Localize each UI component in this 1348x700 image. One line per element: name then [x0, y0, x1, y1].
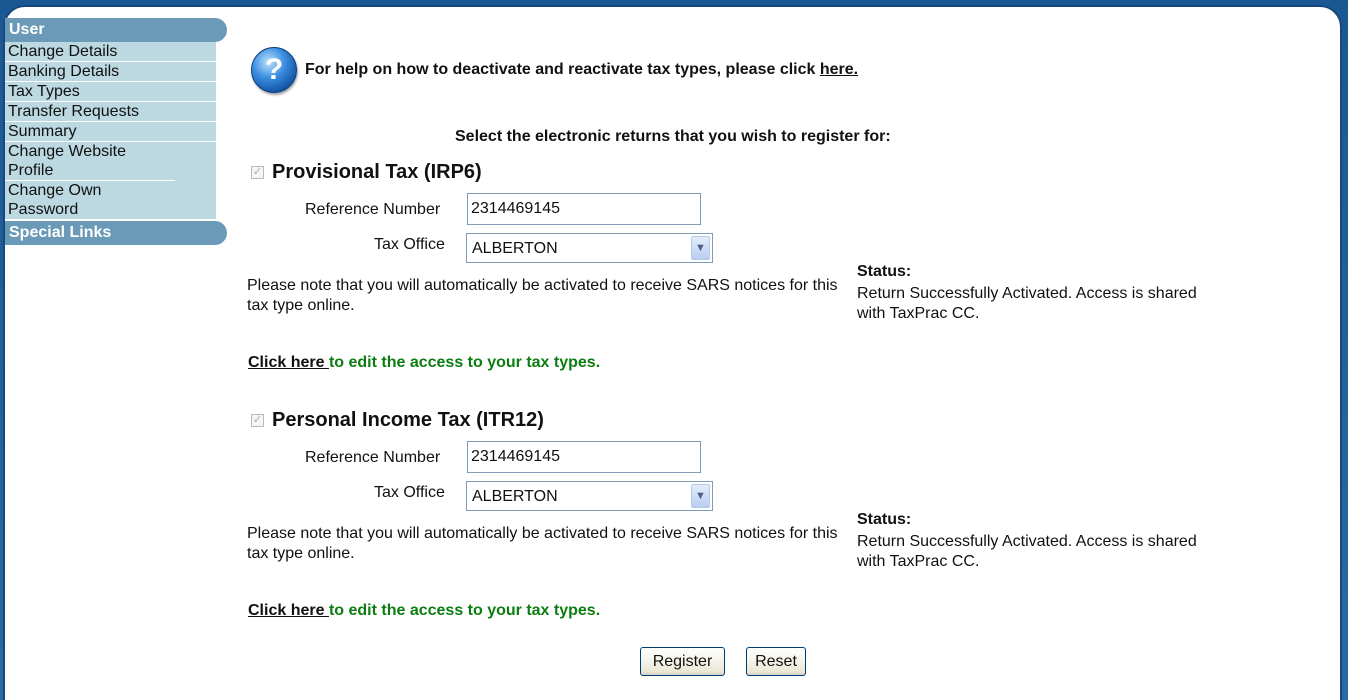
sidebar-item-summary[interactable]: Summary: [5, 122, 216, 142]
activation-note: Please note that you will automatically …: [247, 277, 838, 314]
chevron-down-icon[interactable]: ▼: [691, 484, 710, 508]
register-button[interactable]: Register: [640, 647, 725, 676]
help-here-link[interactable]: here.: [820, 61, 858, 78]
status-text: Return Successfully Activated. Access is…: [857, 533, 1197, 570]
tax-type-title-row: ✓ Personal Income Tax (ITR12): [251, 409, 544, 432]
reference-number-label: Reference Number: [305, 201, 441, 218]
sidebar-item-tax-types[interactable]: Tax Types: [5, 82, 216, 102]
help-text: For help on how to deactivate and reacti…: [305, 61, 858, 79]
reference-number-input[interactable]: [467, 441, 701, 473]
reset-button[interactable]: Reset: [746, 647, 806, 676]
sidebar-item-banking-details[interactable]: Banking Details: [5, 62, 216, 82]
question-icon[interactable]: ?: [251, 47, 297, 93]
status-label: Status:: [857, 511, 912, 528]
sidebar-item-change-website-profile[interactable]: Change Website Profile: [5, 142, 175, 181]
tax-type-title: Provisional Tax (IRP6): [272, 161, 482, 183]
sidebar-item-transfer-requests[interactable]: Transfer Requests: [5, 102, 216, 122]
status-text: Return Successfully Activated. Access is…: [857, 285, 1197, 322]
reference-number-input[interactable]: [467, 193, 701, 225]
tax-type-title-row: ✓ Provisional Tax (IRP6): [251, 161, 482, 184]
activation-note: Please note that you will automatically …: [247, 525, 838, 562]
sidebar-heading-user[interactable]: User: [5, 18, 227, 42]
edit-access-line: Click here to edit the access to your ta…: [248, 354, 600, 372]
sidebar-item-change-details[interactable]: Change Details: [5, 42, 216, 62]
chevron-down-icon[interactable]: ▼: [691, 236, 710, 260]
edit-access-link[interactable]: Click here: [248, 602, 329, 619]
edit-access-line: Click here to edit the access to your ta…: [248, 602, 600, 620]
edit-access-text: to edit the access to your tax types.: [328, 354, 601, 371]
tax-office-value: ALBERTON: [472, 488, 558, 505]
tax-office-label: Tax Office: [374, 484, 445, 501]
edit-access-link[interactable]: Click here: [248, 354, 329, 371]
sidebar-items: Change Details Banking Details Tax Types…: [5, 42, 216, 219]
tax-office-select[interactable]: ALBERTON ▼: [466, 233, 713, 263]
tax-office-value: ALBERTON: [472, 240, 558, 257]
edit-access-text: to edit the access to your tax types.: [328, 602, 601, 619]
tax-type-checkbox[interactable]: ✓: [251, 166, 264, 179]
select-returns-heading: Select the electronic returns that you w…: [455, 128, 891, 145]
sidebar-item-change-own-password[interactable]: Change Own Password: [5, 181, 145, 219]
help-line: ? For help on how to deactivate and reac…: [251, 47, 858, 93]
tax-type-checkbox[interactable]: ✓: [251, 414, 264, 427]
help-text-body: For help on how to deactivate and reacti…: [305, 61, 820, 78]
tax-office-label: Tax Office: [374, 236, 445, 253]
status-label: Status:: [857, 263, 912, 280]
tax-type-title: Personal Income Tax (ITR12): [272, 409, 544, 431]
tax-office-select[interactable]: ALBERTON ▼: [466, 481, 713, 511]
reference-number-label: Reference Number: [305, 449, 441, 466]
sidebar-heading-special-links[interactable]: Special Links: [5, 221, 227, 245]
sidebar: User Change Details Banking Details Tax …: [5, 18, 227, 245]
